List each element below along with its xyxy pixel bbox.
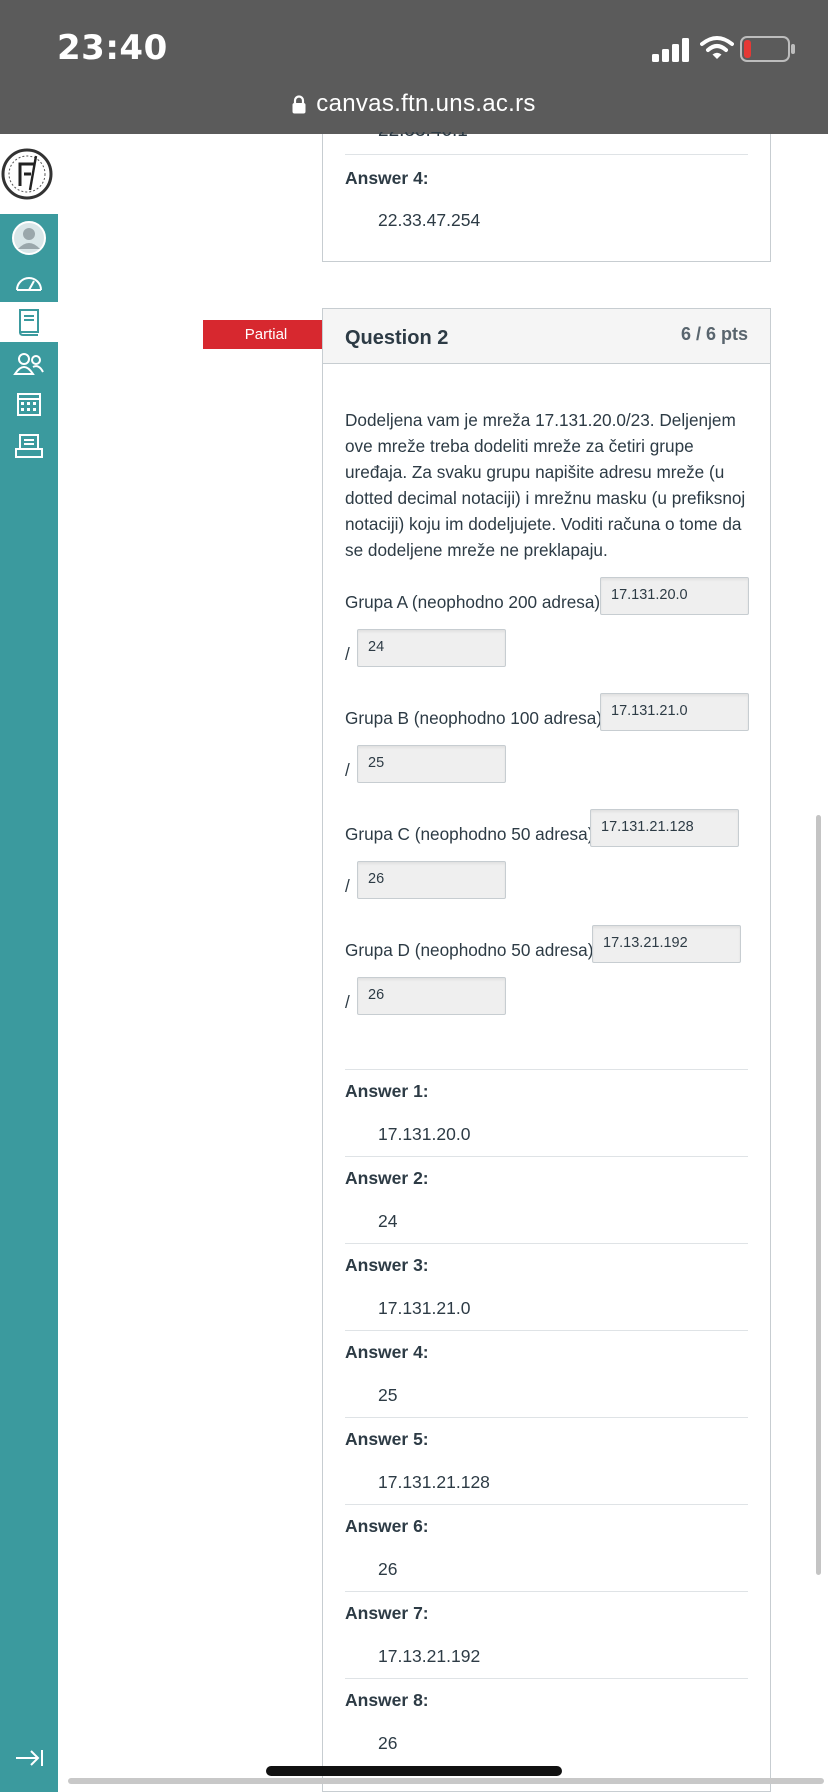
battery-low-icon [740, 36, 795, 62]
divider [345, 1417, 748, 1418]
divider [345, 1330, 748, 1331]
group-b-address-field[interactable]: 17.131.21.0 [600, 693, 749, 731]
calendar-icon [17, 393, 41, 416]
question-text-line: dotted decimal notaciji) i mrežnu masku … [345, 488, 746, 508]
horizontal-scrollbar[interactable] [68, 1778, 824, 1784]
avatar-icon [12, 221, 46, 255]
divider [345, 1591, 748, 1592]
group-c-label: Grupa C (neophodno 50 adresa) [345, 824, 594, 844]
ftn-logo-icon [1, 148, 53, 200]
divider [345, 1069, 748, 1070]
question-text-line: notaciji) koju im dodeljujete. Voditi ra… [345, 514, 742, 534]
status-time: 23:40 [57, 28, 168, 68]
question-card: Question 2 6 / 6 pts Dodeljena vam je mr… [322, 308, 771, 1792]
divider [345, 1156, 748, 1157]
group-c-address-field[interactable]: 17.131.21.128 [590, 809, 739, 847]
nav-calendar[interactable] [0, 384, 58, 424]
nav-account[interactable] [0, 218, 58, 258]
divider [345, 1678, 748, 1679]
question-points: 6 / 6 pts [680, 324, 748, 344]
answer-value: 26 [378, 1559, 398, 1579]
question-header: Question 2 6 / 6 pts [323, 309, 770, 364]
partial-credit-badge: Partial [203, 320, 339, 349]
ios-status-bar: 23:40 canvas.ftn.uns.ac.rs [0, 0, 828, 134]
group-a-mask-field[interactable]: 24 [357, 629, 506, 667]
badge-label: Partial [244, 326, 288, 343]
mask-slash: / [345, 760, 350, 780]
answer-value: 22.33.47.254 [378, 210, 481, 230]
mask-slash: / [345, 644, 350, 664]
vertical-scrollbar[interactable] [816, 815, 821, 1575]
group-a-address-field[interactable]: 17.131.20.0 [600, 577, 749, 615]
answer-label: Answer 5: [345, 1429, 429, 1449]
nav-inbox[interactable] [0, 426, 58, 466]
answer-label: Answer 7: [345, 1603, 429, 1623]
home-indicator[interactable] [266, 1766, 562, 1776]
answer-value: 17.13.21.192 [378, 1646, 481, 1666]
courses-book-icon [19, 309, 39, 336]
group-c-mask-field[interactable]: 26 [357, 861, 506, 899]
group-b-label: Grupa B (neophodno 100 adresa) [345, 708, 603, 728]
divider [345, 154, 748, 155]
lock-icon [292, 94, 306, 113]
collapse-arrow-icon [16, 1750, 43, 1766]
nav-dashboard[interactable] [0, 262, 58, 302]
answer-label: Answer 1: [345, 1081, 429, 1101]
divider [345, 1243, 748, 1244]
answer-value: 17.131.21.128 [378, 1472, 490, 1492]
answer-value: 17.131.21.0 [378, 1298, 471, 1318]
dashboard-gauge-icon [16, 277, 42, 291]
global-navigation [0, 134, 58, 1792]
group-b-mask-field[interactable]: 25 [357, 745, 506, 783]
previous-question-card: 22.33.46.1 Answer 4: 22.33.47.254 [322, 132, 771, 262]
answer-label: Answer 2: [345, 1168, 429, 1188]
question-text-line: uređaja. Za svaku grupu napišite adresu … [345, 462, 725, 482]
group-d-mask-field[interactable]: 26 [357, 977, 506, 1015]
nav-courses[interactable] [0, 302, 58, 342]
group-a-label: Grupa A (neophodno 200 adresa) [345, 592, 601, 612]
answer-label: Answer 3: [345, 1255, 429, 1275]
answer-value: 17.131.20.0 [378, 1124, 471, 1144]
divider [345, 1504, 748, 1505]
question-text-line: Dodeljena vam je mreža 17.131.20.0/23. D… [345, 410, 736, 430]
question-text-line: ove mreže treba dodeliti mreže za četiri… [345, 436, 694, 456]
signal-icon [652, 38, 689, 62]
nav-groups[interactable] [0, 344, 58, 384]
question-text-line: se dodeljene mreže ne preklapaju. [345, 540, 608, 560]
url-text: canvas.ftn.uns.ac.rs [316, 90, 536, 117]
wifi-icon [700, 36, 734, 59]
question-text: Dodeljena vam je mreža 17.131.20.0/23. D… [345, 407, 755, 563]
answer-label: Answer 6: [345, 1516, 429, 1536]
answer-label: Answer 4: [345, 1342, 429, 1362]
address-bar[interactable]: canvas.ftn.uns.ac.rs [0, 84, 828, 124]
collapse-nav-button[interactable] [0, 1738, 58, 1778]
mask-slash: / [345, 992, 350, 1012]
answer-value: 24 [378, 1211, 398, 1231]
inbox-icon [15, 434, 43, 458]
answer-value: 26 [378, 1733, 398, 1753]
group-d-label: Grupa D (neophodno 50 adresa) [345, 940, 594, 960]
group-d-address-field[interactable]: 17.13.21.192 [592, 925, 741, 963]
institution-logo[interactable] [0, 134, 58, 214]
answer-value: 25 [378, 1385, 398, 1405]
mask-slash: / [345, 876, 350, 896]
groups-icon [13, 353, 44, 375]
answer-label: Answer 4: [345, 168, 429, 188]
answer-label: Answer 8: [345, 1690, 429, 1710]
question-title: Question 2 [345, 327, 449, 349]
